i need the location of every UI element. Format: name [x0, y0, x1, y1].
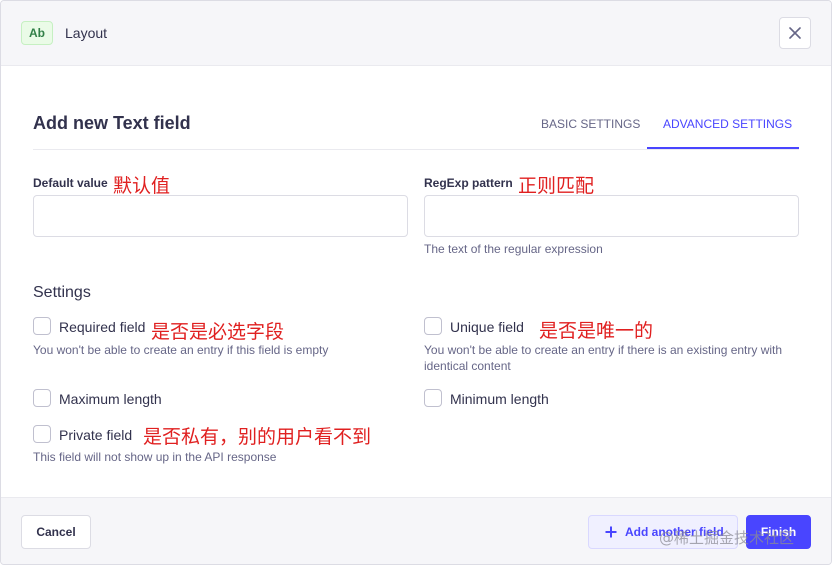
default-value-label: Default value — [33, 176, 108, 190]
modal-header-title: Layout — [65, 25, 108, 41]
required-field-hint: You won't be able to create an entry if … — [33, 343, 329, 357]
add-another-field-label: Add another field — [625, 525, 724, 539]
modal-footer: Cancel Add another field Finish — [1, 497, 831, 564]
default-value-input[interactable] — [33, 195, 408, 237]
cancel-button[interactable]: Cancel — [21, 515, 91, 549]
private-field-label[interactable]: Private field — [59, 427, 132, 443]
unique-field-annotation: 是否是唯一的 — [539, 320, 654, 342]
add-field-modal: Ab Layout Add new Text field BASIC SETTI… — [0, 0, 832, 565]
modal-header: Ab Layout — [1, 1, 831, 66]
regexp-pattern-hint: The text of the regular expression — [424, 242, 603, 256]
form-title: Add new Text field — [33, 113, 191, 133]
plus-icon — [605, 526, 617, 538]
active-tab-indicator — [647, 147, 799, 149]
minimum-length-checkbox[interactable] — [424, 389, 442, 407]
unique-field-checkbox[interactable] — [424, 317, 442, 335]
required-field-label[interactable]: Required field — [59, 319, 145, 335]
private-field-annotation: 是否私有，别的用户看不到 — [143, 426, 372, 448]
minimum-length-label[interactable]: Minimum length — [450, 391, 549, 407]
add-another-field-button[interactable]: Add another field — [588, 515, 738, 549]
regexp-pattern-annotation: 正则匹配 — [518, 175, 595, 197]
unique-field-label[interactable]: Unique field — [450, 319, 524, 335]
tab-advanced-settings[interactable]: ADVANCED SETTINGS — [663, 117, 792, 131]
field-type-badge: Ab — [21, 21, 53, 45]
required-field-checkbox[interactable] — [33, 317, 51, 335]
finish-button[interactable]: Finish — [746, 515, 811, 549]
unique-field-hint: You won't be able to create an entry if … — [424, 343, 783, 373]
default-value-annotation: 默认值 — [113, 175, 171, 197]
close-button[interactable] — [779, 17, 811, 49]
tab-basic-settings[interactable]: BASIC SETTINGS — [541, 117, 640, 131]
private-field-checkbox[interactable] — [33, 425, 51, 443]
required-field-annotation: 是否是必选字段 — [151, 321, 285, 343]
tabs-divider — [33, 149, 799, 150]
regexp-pattern-input[interactable] — [424, 195, 799, 237]
close-icon — [789, 27, 801, 39]
settings-heading: Settings — [33, 284, 91, 301]
maximum-length-label[interactable]: Maximum length — [59, 391, 162, 407]
regexp-pattern-label: RegExp pattern — [424, 176, 513, 190]
private-field-hint: This field will not show up in the API r… — [33, 450, 277, 464]
maximum-length-checkbox[interactable] — [33, 389, 51, 407]
